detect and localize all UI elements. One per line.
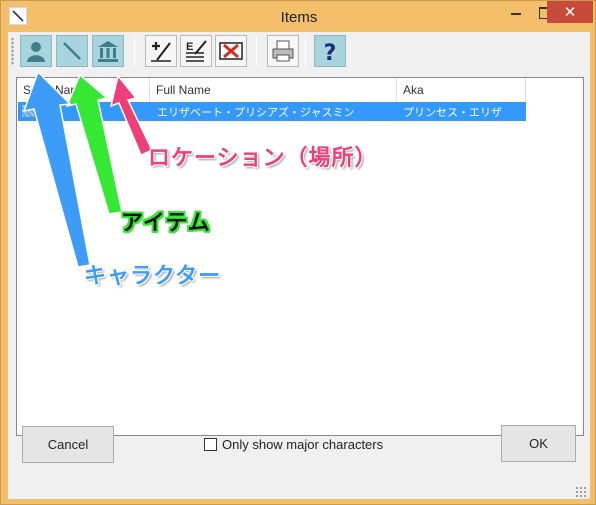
annotation-location-label: ロケーション（場所） [148, 146, 378, 171]
annotation-character-label: キャラクター [84, 264, 222, 289]
annotation-arrows [22, 70, 154, 268]
location-arrow [109, 74, 154, 157]
annotation-item-label: アイテム [121, 211, 211, 236]
